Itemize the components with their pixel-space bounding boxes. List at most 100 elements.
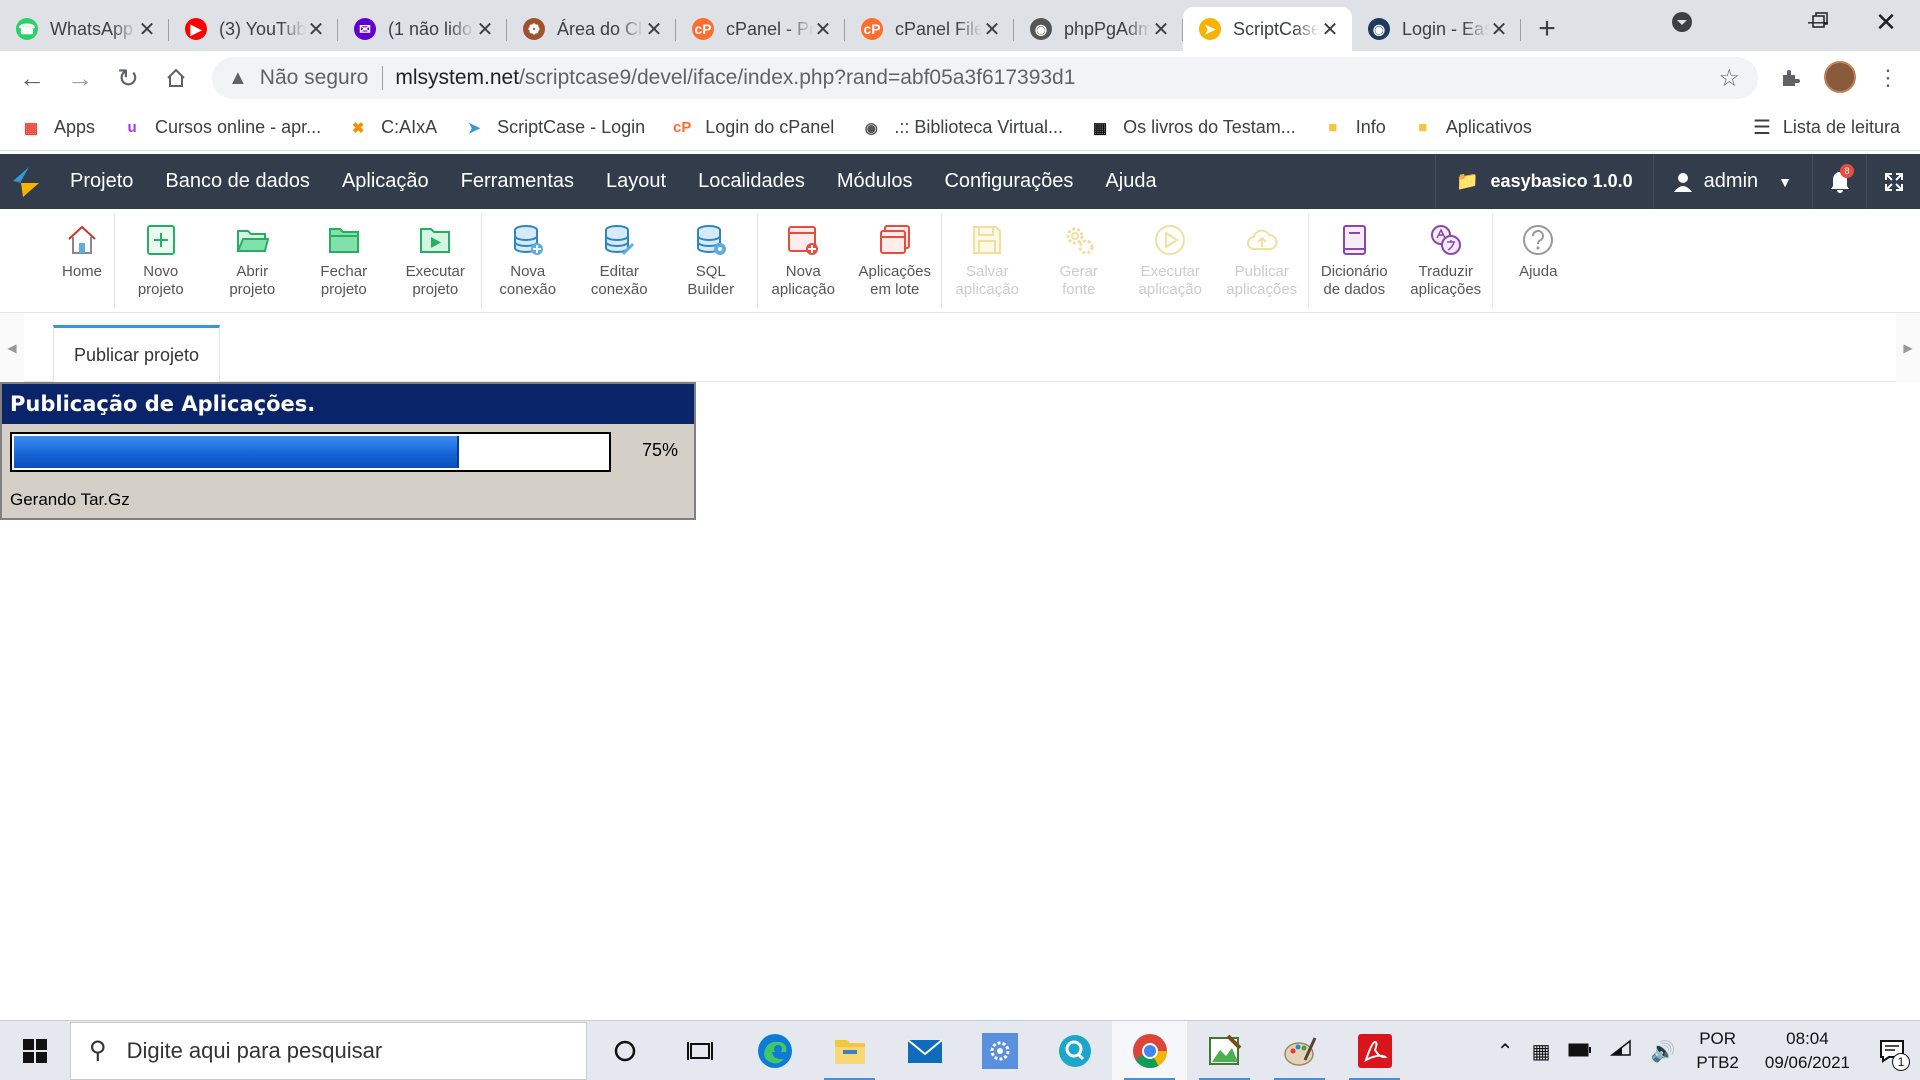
settings-app-icon[interactable] [962, 1021, 1037, 1080]
scriptcase-logo[interactable] [0, 154, 52, 209]
tab-publicar-projeto[interactable]: Publicar projeto [53, 325, 220, 382]
executar-projeto-button[interactable]: Executar projeto [390, 209, 482, 313]
tab-close-icon[interactable]: ✕ [137, 17, 157, 42]
menu-item[interactable]: Aplicação [326, 154, 445, 209]
restore-icon[interactable] [1792, 0, 1848, 42]
executar-aplicacao-button[interactable]: Executar aplicação [1125, 209, 1217, 313]
profile-avatar[interactable] [1824, 61, 1856, 93]
user-menu[interactable]: admin ▼ [1654, 154, 1812, 209]
home-button[interactable]: Home [50, 209, 114, 313]
volume-icon[interactable]: 🔊 [1650, 1039, 1675, 1064]
browser-tab[interactable]: ☎ WhatsApp ✕ [0, 7, 169, 51]
bookmark-item[interactable]: ▦ Os livros do Testam... [1089, 117, 1296, 139]
bookmark-star-icon[interactable]: ☆ [1718, 64, 1740, 93]
tabs-scroll-right-icon[interactable]: ▶ [1896, 313, 1920, 382]
back-icon[interactable]: ← [8, 54, 56, 102]
forward-icon[interactable]: → [56, 54, 104, 102]
image-editor-icon[interactable] [1187, 1021, 1262, 1080]
battery-icon[interactable] [1568, 1040, 1592, 1063]
home-icon[interactable] [152, 54, 200, 102]
tab-close-icon[interactable]: ✕ [306, 17, 326, 42]
notifications-button[interactable]: 8 [1812, 154, 1866, 209]
browser-tab[interactable]: ◉ phpPgAdmin✕ [1014, 7, 1183, 51]
tab-close-icon[interactable]: ✕ [1489, 17, 1509, 42]
menu-item[interactable]: Configurações [928, 154, 1089, 209]
browser-tab[interactable]: cP cPanel File Manager✕ [845, 7, 1014, 51]
menu-item[interactable]: Banco de dados [149, 154, 326, 209]
menu-item[interactable]: Localidades [682, 154, 821, 209]
bookmark-item[interactable]: ◉ .:: Biblioteca Virtual... [860, 117, 1063, 139]
bookmark-item[interactable]: u Cursos online - apr... [121, 117, 321, 139]
browser-tab[interactable]: ❁ Área do Cliente✕ [507, 7, 676, 51]
nova-conexao-button[interactable]: Nova conexão [482, 209, 574, 313]
tab-search-icon[interactable] [1654, 0, 1710, 44]
edge-icon[interactable] [737, 1021, 812, 1080]
browser-tab[interactable]: cP cPanel - Principal✕ [676, 7, 845, 51]
input-language[interactable]: POR PTB2 [1696, 1027, 1739, 1075]
tabs-scroll-left-icon[interactable]: ◀ [0, 313, 24, 382]
tab-close-icon[interactable]: ✕ [1151, 17, 1171, 42]
browser-toolbar: ← → ↻ ▲ Não seguro mlsystem.net /scriptc… [0, 51, 1920, 105]
address-bar[interactable]: ▲ Não seguro mlsystem.net /scriptcase9/d… [212, 57, 1758, 99]
acrobat-reader-icon[interactable] [1337, 1021, 1412, 1080]
bookmark-item[interactable]: ➤ ScriptCase - Login [463, 117, 645, 139]
fullscreen-button[interactable] [1866, 154, 1920, 209]
not-secure-warning-icon[interactable]: ▲ [228, 67, 248, 90]
browser-menu-icon[interactable]: ⋮ [1864, 54, 1912, 102]
cortana-icon[interactable] [587, 1021, 662, 1080]
publicar-aplicacoes-button[interactable]: Publicar aplicações [1216, 209, 1308, 313]
reading-list[interactable]: ☰ Lista de leitura [1753, 115, 1900, 140]
salvar-aplicacao-button[interactable]: Salvar aplicação [942, 209, 1034, 313]
project-name: easybasico 1.0.0 [1490, 171, 1633, 191]
traduzir-aplicacoes-button[interactable]: Traduzir aplicações [1400, 209, 1492, 313]
tab-close-icon[interactable]: ✕ [644, 17, 664, 42]
nova-aplicacao-label-2: aplicação [771, 281, 835, 298]
close-window-icon[interactable]: ✕ [1858, 0, 1914, 44]
paint-icon[interactable] [1262, 1021, 1337, 1080]
reload-icon[interactable]: ↻ [104, 54, 152, 102]
action-center-icon[interactable]: 1 [1864, 1021, 1920, 1080]
browser-tab[interactable]: ✉ (1 não lido) ✕ [338, 7, 507, 51]
menu-item[interactable]: Ajuda [1089, 154, 1172, 209]
file-explorer-icon[interactable] [812, 1021, 887, 1080]
browser-tab[interactable]: ▶ (3) YouTube✕ [169, 7, 338, 51]
windows-start-icon[interactable] [0, 1021, 70, 1080]
new-tab-icon[interactable]: + [1525, 7, 1569, 51]
bookmark-item[interactable]: cP Login do cPanel [671, 117, 834, 139]
menu-item[interactable]: Projeto [54, 154, 149, 209]
editar-conexao-button[interactable]: Editar conexão [574, 209, 666, 313]
bookmark-item[interactable]: ■ Info [1322, 117, 1386, 139]
wifi-icon[interactable] [1610, 1039, 1632, 1063]
quicktext-app-icon[interactable] [1037, 1021, 1112, 1080]
gerar-fonte-button[interactable]: Gerar fonte [1033, 209, 1125, 313]
sql-builder-button[interactable]: SQL Builder [665, 209, 757, 313]
extensions-icon[interactable] [1766, 54, 1814, 102]
tab-close-icon[interactable]: ✕ [1320, 17, 1340, 42]
clock[interactable]: 08:04 09/06/2021 [1765, 1027, 1850, 1075]
tray-chevron-up-icon[interactable]: ⌃ [1497, 1039, 1514, 1064]
tab-close-icon[interactable]: ✕ [813, 17, 833, 42]
tray-camera-icon[interactable]: ▦ [1532, 1039, 1551, 1064]
menu-item[interactable]: Ferramentas [445, 154, 590, 209]
menu-item[interactable]: Layout [590, 154, 682, 209]
tab-close-icon[interactable]: ✕ [982, 17, 1002, 42]
browser-tab[interactable]: ◉ Login - Easy✕ [1352, 7, 1521, 51]
bookmark-item[interactable]: ■ Aplicativos [1412, 117, 1532, 139]
browser-tab[interactable]: ➤ ScriptCase ✕ [1183, 7, 1352, 51]
mail-icon[interactable] [887, 1021, 962, 1080]
taskbar-search[interactable]: ⚲ Digite aqui para pesquisar [70, 1021, 587, 1080]
abrir-projeto-button[interactable]: Abrir projeto [207, 209, 299, 313]
nova-aplicacao-button[interactable]: Nova aplicação [758, 209, 850, 313]
dicionario-dados-button[interactable]: Dicionário de dados [1309, 209, 1401, 313]
bookmark-item[interactable]: ▦ Apps [20, 117, 95, 139]
tab-close-icon[interactable]: ✕ [475, 17, 495, 42]
ajuda-button[interactable]: Ajuda [1493, 209, 1585, 313]
chrome-icon[interactable] [1112, 1020, 1187, 1080]
novo-projeto-button[interactable]: Novo projeto [115, 209, 207, 313]
current-project[interactable]: 📁 easybasico 1.0.0 [1435, 154, 1654, 209]
menu-item[interactable]: Módulos [821, 154, 929, 209]
fechar-projeto-button[interactable]: Fechar projeto [298, 209, 390, 313]
bookmark-item[interactable]: ✖ C:AIxA [347, 117, 437, 139]
aplicacoes-lote-button[interactable]: Aplicações em lote [849, 209, 941, 313]
task-view-icon[interactable] [662, 1021, 737, 1080]
